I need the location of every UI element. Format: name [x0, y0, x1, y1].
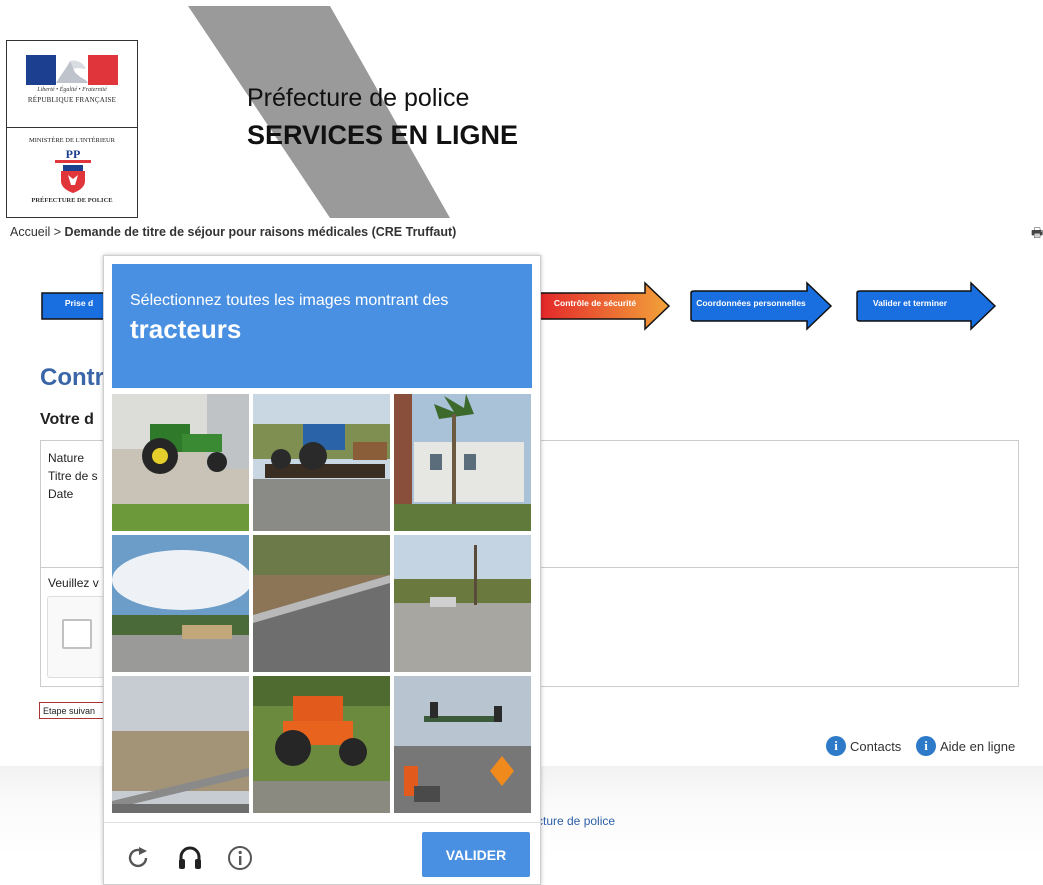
audio-icon[interactable]: [176, 844, 204, 872]
logo-ministere: MINISTÈRE DE L'INTÉRIEUR: [28, 137, 116, 144]
contacts-label: Contacts: [850, 738, 902, 754]
captcha-tile[interactable]: [253, 394, 390, 531]
captcha-footer-divider: [104, 822, 540, 823]
step-coordonnees: Coordonnées personnelles: [689, 281, 833, 331]
field-label-date: Date: [48, 487, 74, 501]
field-label-nature: Nature: [48, 451, 85, 465]
logo-prefecture: PRÉFECTURE DE POLICE: [31, 197, 113, 204]
breadcrumb-separator: >: [50, 225, 65, 239]
captcha-keyword: tracteurs: [130, 314, 242, 344]
svg-text:PP: PP: [66, 147, 81, 161]
logo-motto: Liberté • Égalité • Fraternité: [37, 87, 107, 93]
reload-icon[interactable]: [124, 844, 152, 872]
captcha-tile[interactable]: [253, 676, 390, 813]
step-valider-terminer: Valider et terminer: [855, 281, 997, 331]
captcha-tile[interactable]: [394, 676, 531, 813]
captcha-instruction: Sélectionnez toutes les images montrant …: [130, 292, 449, 309]
police-emblem-icon: PP: [55, 147, 91, 193]
step-label: Valider et terminer: [872, 298, 948, 308]
step-label: Coordonnées personnelles: [696, 298, 806, 308]
captcha-dialog: Sélectionnez toutes les images montrant …: [103, 255, 541, 885]
section-title: Votre d: [40, 411, 94, 428]
site-subtitle: SERVICES EN LIGNE: [247, 120, 519, 150]
help-icon: i: [916, 736, 936, 756]
captcha-tile[interactable]: [253, 535, 390, 672]
captcha-tile[interactable]: [112, 676, 249, 813]
step-label: Contrôle de sécurité: [553, 298, 637, 308]
captcha-tile[interactable]: [394, 535, 531, 672]
info-icon[interactable]: [226, 844, 254, 872]
print-icon[interactable]: 🖶: [1031, 224, 1043, 246]
page-title: Contr: [40, 364, 104, 391]
captcha-tile[interactable]: [112, 535, 249, 672]
footer-link[interactable]: cture de police: [537, 814, 615, 828]
captcha-tile[interactable]: [112, 394, 249, 531]
marianne-logo-icon: [26, 55, 118, 85]
next-step-button[interactable]: Etape suivan: [39, 702, 107, 719]
captcha-image-grid: [112, 394, 532, 814]
breadcrumb: Accueil > Demande de titre de séjour pou…: [10, 225, 456, 239]
site-title: Préfecture de police: [247, 84, 470, 112]
logo-divider: [7, 127, 137, 128]
contacts-link[interactable]: i Contacts: [826, 736, 901, 756]
verify-button[interactable]: VALIDER: [422, 832, 530, 877]
recaptcha-checkbox[interactable]: [62, 619, 92, 649]
help-label: Aide en ligne: [940, 738, 1016, 754]
captcha-tile[interactable]: [394, 394, 531, 531]
step-controle-securite: Contrôle de sécurité: [538, 281, 671, 331]
verification-text: Veuillez v: [48, 576, 99, 590]
breadcrumb-current: Demande de titre de séjour pour raisons …: [64, 225, 457, 239]
breadcrumb-home-link[interactable]: Accueil: [10, 225, 50, 239]
contacts-icon: i: [826, 736, 846, 756]
help-link[interactable]: i Aide en ligne: [916, 736, 1015, 756]
field-label-titre: Titre de s: [48, 469, 98, 483]
logo-republique: RÉPUBLIQUE FRANÇAISE: [27, 96, 117, 104]
prefecture-logo: Liberté • Égalité • Fraternité RÉPUBLIQU…: [6, 40, 138, 218]
